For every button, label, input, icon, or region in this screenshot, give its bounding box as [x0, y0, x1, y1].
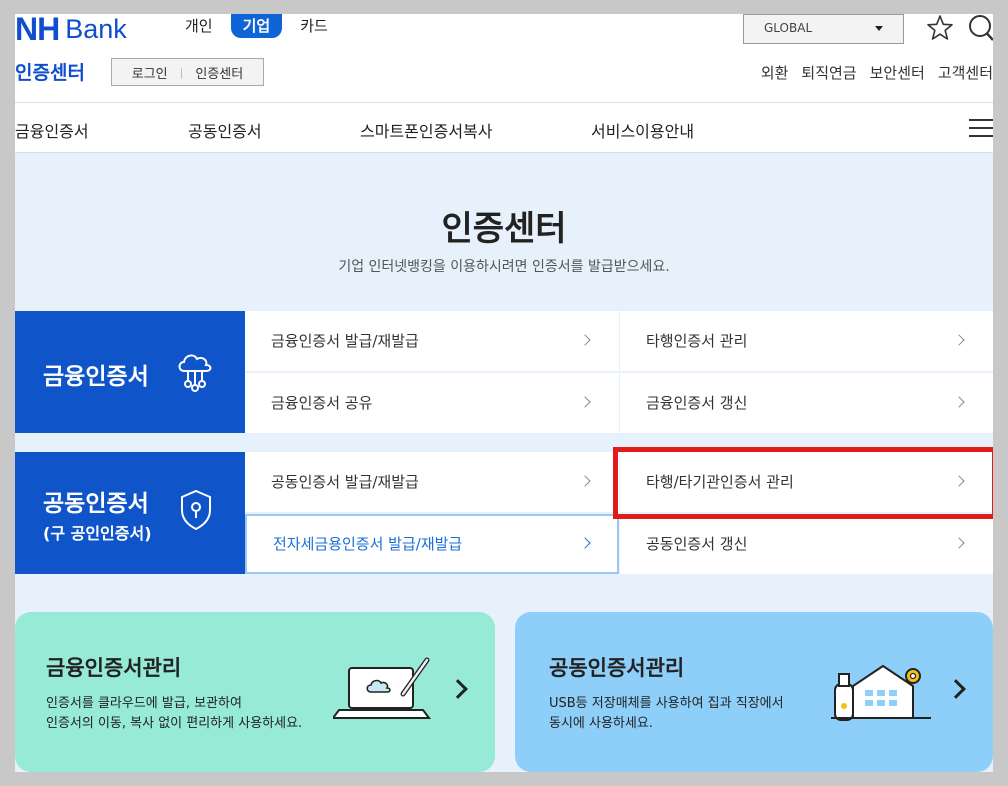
tab-corporate[interactable]: 기업	[230, 14, 283, 38]
page-subtitle: 기업 인터넷뱅킹을 이용하시려면 인증서를 발급받으세요.	[338, 259, 670, 275]
chevron-right-icon	[953, 537, 965, 549]
card-desc-line: USB등 저장매체를 사용하여 집과 직장에서	[549, 696, 784, 711]
gnb-item-smartphone-copy[interactable]: 스마트폰인증서복사	[360, 118, 492, 142]
category-title: 금융인증서	[43, 364, 149, 390]
divider: |	[179, 65, 184, 79]
cloud-network-icon	[178, 354, 212, 392]
chevron-right-icon	[579, 334, 591, 346]
chevron-right-icon	[579, 537, 591, 549]
menu-tax-cert-issue[interactable]: 전자세금용인증서 발급/재발급	[245, 514, 619, 574]
joint-cert-label: 공동인증서 (구 공인인증서)	[15, 452, 245, 574]
cert-center-link[interactable]: 인증센터	[195, 63, 243, 82]
global-select-label: GLOBAL	[764, 21, 813, 35]
usb-house-icon	[831, 664, 931, 721]
card-title: 금융인증서관리	[46, 656, 182, 680]
category-subtitle: (구 공인인증서)	[43, 524, 152, 543]
gnb-item-service-guide[interactable]: 서비스이용안내	[591, 118, 694, 142]
utility-links: 외환 퇴직연금 보안센터 고객센터	[761, 62, 993, 83]
menu-financial-issue[interactable]: 금융인증서 발급/재발급	[245, 311, 619, 371]
menu-label: 전자세금용인증서 발급/재발급	[273, 535, 463, 553]
chevron-right-icon	[579, 475, 591, 487]
card-title: 공동인증서관리	[549, 656, 685, 680]
card-desc: 인증서를 클라우드에 발급, 보관하여 인증서의 이동, 복사 없이 편리하게 …	[46, 694, 302, 734]
caret-down-icon	[875, 26, 883, 31]
menu-other-bank-cert[interactable]: 타행인증서 관리	[620, 311, 993, 371]
search-icon[interactable]	[968, 14, 993, 42]
card-desc-line: 동시에 사용하세요.	[549, 716, 653, 731]
menu-label: 금융인증서 발급/재발급	[271, 332, 419, 350]
login-link[interactable]: 로그인	[132, 63, 168, 82]
util-link-fx[interactable]: 외환	[761, 62, 789, 83]
chevron-right-icon	[946, 679, 966, 699]
category-title: 공동인증서	[43, 491, 149, 517]
laptop-cloud-icon	[333, 657, 431, 719]
nh-bank-logo[interactable]: NH Bank	[15, 14, 127, 47]
segment-tabs: 개인 기업 카드	[173, 14, 340, 38]
menu-icon[interactable]	[969, 119, 993, 137]
login-box: 로그인 | 인증센터	[111, 58, 264, 86]
card-desc-line: 인증서를 클라우드에 발급, 보관하여	[46, 696, 242, 711]
menu-label: 타행인증서 관리	[646, 332, 748, 350]
chevron-right-icon	[448, 679, 468, 699]
tab-card[interactable]: 카드	[288, 14, 340, 38]
card-desc-line: 인증서의 이동, 복사 없이 편리하게 사용하세요.	[46, 716, 303, 731]
tab-personal[interactable]: 개인	[173, 14, 225, 38]
menu-joint-renew[interactable]: 공동인증서 갱신	[620, 514, 993, 574]
financial-cert-section: 금융인증서 금융인증서 발급/재발급 타행인증서 관리 금융인증서 공유 금융인…	[15, 311, 993, 433]
cert-center-title[interactable]: 인증센터	[15, 58, 85, 85]
menu-label: 공동인증서 갱신	[646, 535, 748, 553]
menu-label: 공동인증서 발급/재발급	[271, 473, 419, 491]
global-select[interactable]: GLOBAL	[743, 14, 904, 44]
page-title: 인증센터	[441, 209, 567, 249]
logo-bank: Bank	[65, 14, 127, 44]
highlight-box	[613, 447, 993, 519]
financial-cert-label: 금융인증서	[15, 311, 245, 433]
global-nav: 금융인증서 공동인증서 스마트폰인증서복사 서비스이용안내	[15, 102, 993, 153]
top-header: NH Bank 개인 기업 카드 GLOBAL 인증센터 로그인 | 인증센터 …	[15, 14, 993, 102]
joint-cert-manage-card[interactable]: 공동인증서관리 USB등 저장매체를 사용하여 집과 직장에서 동시에 사용하세…	[515, 612, 993, 772]
gnb-item-financial-cert[interactable]: 금융인증서	[15, 118, 89, 142]
main-content: 인증센터 기업 인터넷뱅킹을 이용하시려면 인증서를 발급받으세요. 금융인증서…	[15, 153, 993, 772]
chevron-right-icon	[953, 334, 965, 346]
star-icon[interactable]	[926, 14, 954, 42]
logo-nh: NH	[15, 14, 60, 47]
util-link-pension[interactable]: 퇴직연금	[801, 62, 856, 83]
menu-financial-renew[interactable]: 금융인증서 갱신	[620, 373, 993, 433]
financial-cert-manage-card[interactable]: 금융인증서관리 인증서를 클라우드에 발급, 보관하여 인증서의 이동, 복사 …	[15, 612, 495, 772]
card-desc: USB등 저장매체를 사용하여 집과 직장에서 동시에 사용하세요.	[549, 694, 784, 734]
util-link-customer[interactable]: 고객센터	[938, 62, 993, 83]
gnb-item-joint-cert[interactable]: 공동인증서	[188, 118, 262, 142]
shield-icon	[181, 489, 211, 531]
menu-label: 금융인증서 공유	[271, 394, 373, 412]
chevron-right-icon	[579, 396, 591, 408]
menu-joint-issue[interactable]: 공동인증서 발급/재발급	[245, 452, 619, 512]
browser-viewport: NH Bank 개인 기업 카드 GLOBAL 인증센터 로그인 | 인증센터 …	[15, 14, 993, 772]
util-link-security[interactable]: 보안센터	[870, 62, 925, 83]
menu-financial-share[interactable]: 금융인증서 공유	[245, 373, 619, 433]
chevron-right-icon	[953, 396, 965, 408]
menu-label: 금융인증서 갱신	[646, 394, 748, 412]
